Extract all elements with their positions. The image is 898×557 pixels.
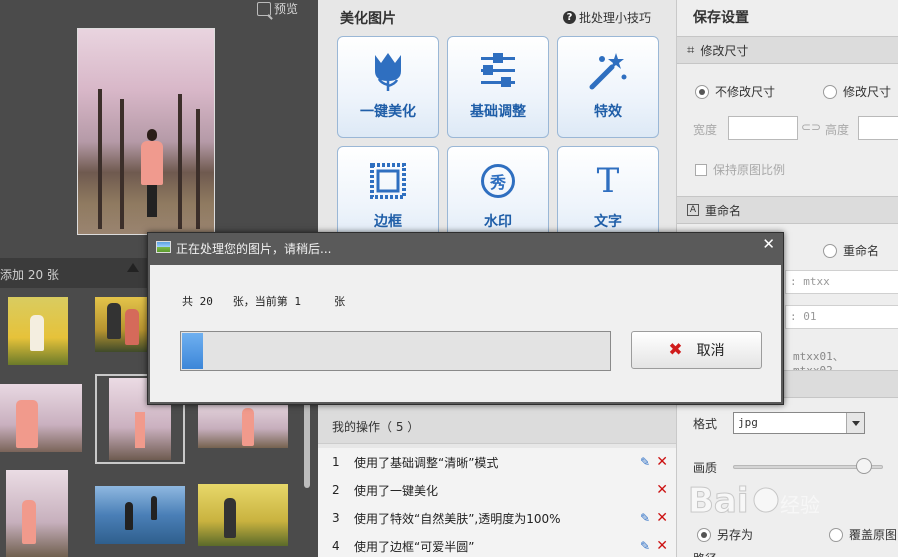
resize-radio[interactable]: 修改尺寸 xyxy=(823,83,891,100)
tool-label: 水印 xyxy=(484,214,512,230)
dialog-body: 共 20 张，当前第 1 张 ✖ 取消 xyxy=(150,265,781,402)
crop-icon: ⌗ xyxy=(687,42,695,58)
photo-thumbnail[interactable] xyxy=(95,486,185,544)
overwrite-radio[interactable]: 覆盖原图 xyxy=(829,526,897,543)
radio-icon xyxy=(823,243,837,258)
tool-effects[interactable]: 特效 xyxy=(557,36,659,138)
tool-label: 特效 xyxy=(594,104,622,120)
cancel-label: 取消 xyxy=(696,343,725,359)
operation-item: 2 使用了一键美化 ✕ xyxy=(332,482,668,498)
radio-icon xyxy=(823,84,837,99)
width-label: 宽度 xyxy=(693,123,718,137)
edit-icon[interactable]: ✎ xyxy=(640,511,650,525)
tulip-icon xyxy=(375,53,401,91)
processing-dialog: 正在处理您的图片，请稍后... ✕ 共 20 张，当前第 1 张 ✖ 取消 xyxy=(147,232,784,405)
progress-text: 共 20 张，当前第 1 张 xyxy=(182,295,346,308)
operation-text: 使用了基础调整“清晰”模式 xyxy=(354,455,499,470)
checkbox-icon xyxy=(695,163,707,176)
cancel-x-icon: ✖ xyxy=(668,340,683,360)
cancel-button[interactable]: ✖ 取消 xyxy=(631,331,762,369)
magnifier-icon xyxy=(257,1,271,16)
beautify-title: 美化图片 xyxy=(340,11,396,27)
delete-icon[interactable]: ✕ xyxy=(656,482,668,498)
save-as-radio[interactable]: 另存为 xyxy=(697,526,753,543)
my-operations-header: 我的操作（ 5 ） xyxy=(318,406,676,444)
main-preview-photo xyxy=(77,28,215,235)
operation-text: 使用了一键美化 xyxy=(354,483,439,498)
progress-bar-fill xyxy=(182,333,203,369)
batch-tips-label: 批处理小技巧 xyxy=(578,11,651,25)
keep-ratio-checkbox[interactable]: 保持原图比例 xyxy=(695,161,785,178)
edit-icon[interactable]: ✎ xyxy=(640,539,650,553)
sliders-icon xyxy=(481,53,515,87)
tool-label: 基础调整 xyxy=(470,104,526,120)
rename-radio[interactable]: 重命名 xyxy=(823,242,879,259)
text-icon: T xyxy=(596,161,620,201)
prefix-input[interactable]: : mtxx xyxy=(785,270,898,294)
batch-tips-link[interactable]: ? 批处理小技巧 xyxy=(562,9,651,26)
watermark-icon: 秀 xyxy=(481,164,515,198)
resize-section-header: ⌗ 修改尺寸 xyxy=(677,36,898,64)
operation-item: 4 使用了边框“可爱半圆” ✎ ✕ xyxy=(332,538,668,554)
save-settings-title: 保存设置 xyxy=(693,10,749,26)
rename-icon: A xyxy=(687,204,699,216)
photo-thumbnail[interactable] xyxy=(6,470,68,557)
height-label: 高度 xyxy=(825,123,850,137)
tool-basic-adjust[interactable]: 基础调整 xyxy=(447,36,549,138)
my-operations-title: 我的操作（ 5 ） xyxy=(332,420,420,434)
operation-item: 1 使用了基础调整“清晰”模式 ✎ ✕ xyxy=(332,454,668,470)
radio-icon xyxy=(829,527,843,542)
photo-thumbnail[interactable] xyxy=(198,400,288,448)
photo-thumbnail[interactable] xyxy=(95,297,147,352)
operation-text: 使用了边框“可爱半圆” xyxy=(354,539,475,554)
tool-one-click-beautify[interactable]: 一键美化 xyxy=(337,36,439,138)
rename-section-header: A 重命名 xyxy=(677,196,898,224)
operation-text: 使用了特效“自然美肤”,透明度为100% xyxy=(354,511,561,526)
dialog-title: 正在处理您的图片，请稍后... xyxy=(176,242,332,256)
progress-bar xyxy=(180,331,611,371)
tool-label: 边框 xyxy=(374,214,402,230)
width-input[interactable] xyxy=(728,116,798,140)
delete-icon[interactable]: ✕ xyxy=(656,454,668,470)
delete-icon[interactable]: ✕ xyxy=(656,510,668,526)
close-icon[interactable]: ✕ xyxy=(762,235,775,253)
chevron-down-icon xyxy=(846,413,864,433)
path-label: 路径 xyxy=(693,550,717,557)
photo-thumbnail[interactable] xyxy=(198,484,288,546)
quality-slider-thumb[interactable] xyxy=(856,458,872,474)
thumbnail-scrollbar[interactable] xyxy=(304,392,310,488)
start-number-input[interactable]: : 01 xyxy=(785,305,898,329)
format-select[interactable]: jpg xyxy=(733,412,865,434)
photo-thumbnail[interactable] xyxy=(0,384,82,452)
picture-icon xyxy=(156,241,171,253)
photo-thumbnail[interactable] xyxy=(8,297,68,365)
preview-button[interactable]: 预览 xyxy=(257,0,298,17)
help-icon: ? xyxy=(562,11,576,24)
added-count-label: 添加 20 张 xyxy=(0,268,59,282)
tool-label: 一键美化 xyxy=(360,104,416,120)
radio-selected-icon xyxy=(695,84,709,99)
delete-icon[interactable]: ✕ xyxy=(656,538,668,554)
height-input[interactable] xyxy=(858,116,898,140)
quality-label: 画质 xyxy=(693,461,718,475)
format-label: 格式 xyxy=(693,417,718,431)
no-resize-radio[interactable]: 不修改尺寸 xyxy=(695,83,775,100)
tool-label: 文字 xyxy=(594,214,622,230)
operation-item: 3 使用了特效“自然美肤”,透明度为100% ✎ ✕ xyxy=(332,510,668,526)
magic-wand-icon xyxy=(589,53,627,90)
preview-label: 预览 xyxy=(274,2,299,16)
radio-selected-icon xyxy=(697,527,711,542)
link-icon: ⊂⊃ xyxy=(801,120,822,134)
edit-icon[interactable]: ✎ xyxy=(640,455,650,469)
frame-icon xyxy=(370,163,406,199)
operations-list: 1 使用了基础调整“清晰”模式 ✎ ✕ 2 使用了一键美化 ✕ 3 使用了特效“… xyxy=(318,448,676,557)
